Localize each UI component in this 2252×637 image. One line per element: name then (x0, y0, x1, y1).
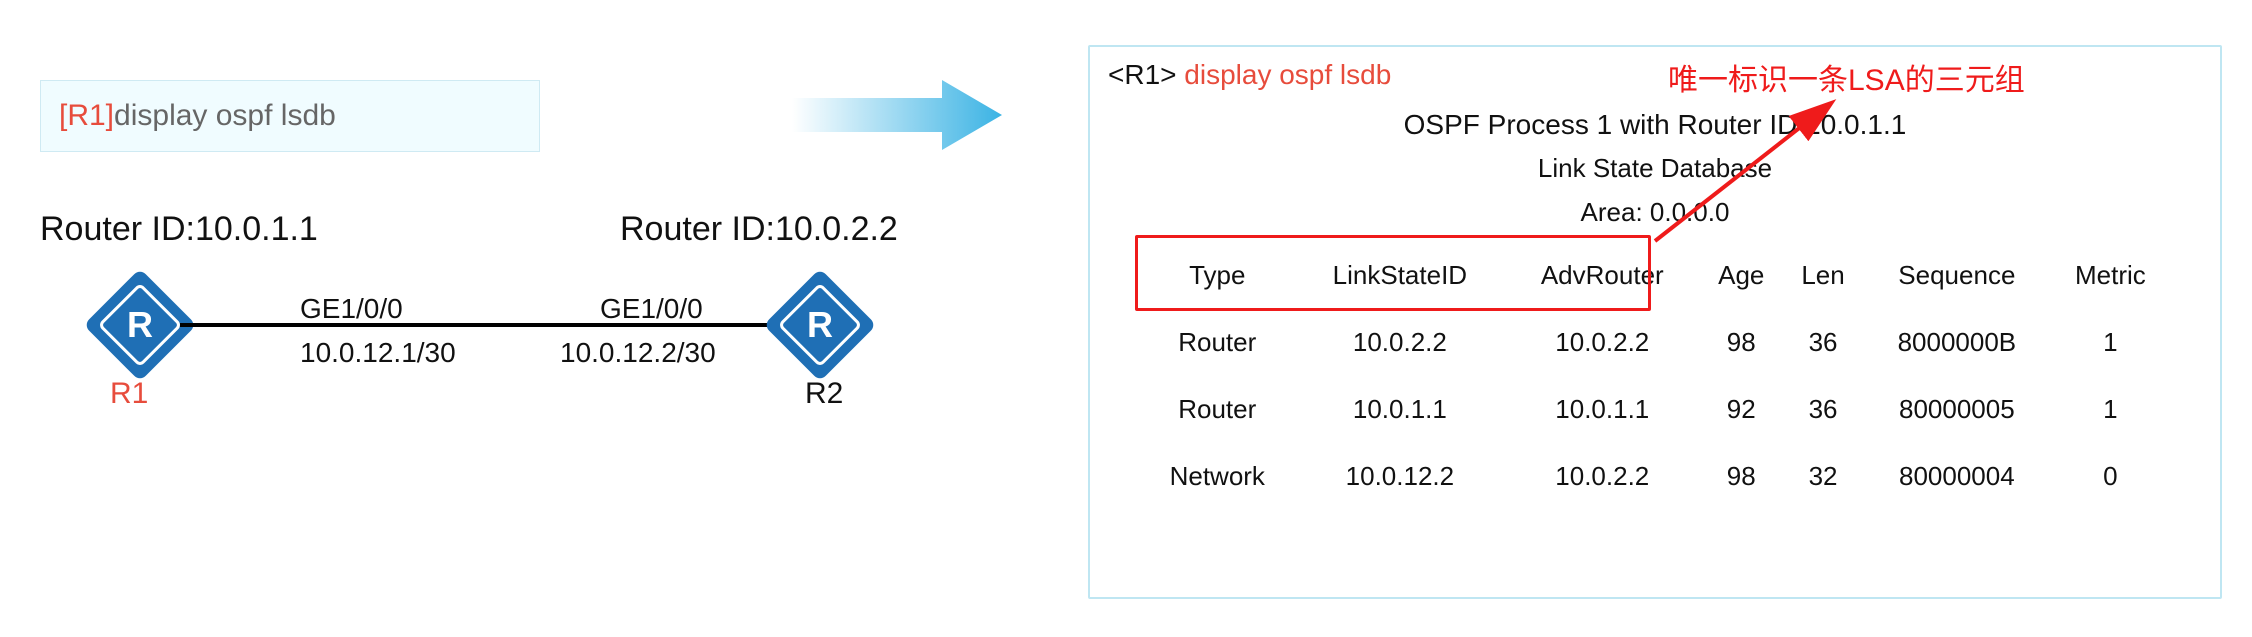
interface-r1: GE1/0/0 (300, 293, 403, 325)
cell-metric: 0 (2051, 443, 2170, 510)
cell-seq: 80000005 (1863, 376, 2051, 443)
output-prompt: <R1> (1108, 59, 1177, 90)
cell-len: 36 (1783, 376, 1863, 443)
output-cmd: display ospf lsdb (1177, 59, 1392, 90)
cell-seq: 80000004 (1863, 443, 2051, 510)
col-type: Type (1140, 242, 1295, 309)
router-id-r2: Router ID:10.0.2.2 (620, 210, 898, 249)
cell-ls: 10.0.12.2 (1295, 443, 1506, 510)
router-label-r1: R1 (110, 377, 148, 411)
col-seq: Sequence (1863, 242, 2051, 309)
cell-adv: 10.0.1.1 (1505, 376, 1699, 443)
command-box: [R1] display ospf lsdb (40, 80, 540, 152)
ip-r2: 10.0.12.2/30 (560, 337, 716, 369)
cell-age: 98 (1699, 443, 1783, 510)
table-row: Router 10.0.2.2 10.0.2.2 98 36 8000000B … (1140, 309, 2170, 376)
col-metric: Metric (2051, 242, 2170, 309)
ospf-process-line: OSPF Process 1 with Router ID 10.0.1.1 (1090, 109, 2220, 141)
col-age: Age (1699, 242, 1783, 309)
router-glyph: R (780, 285, 860, 365)
cell-type: Router (1140, 309, 1295, 376)
command-text: display ospf lsdb (114, 99, 336, 133)
topology-diagram: R R GE1/0/0 GE1/0/0 10.0.12.1/30 10.0.12… (100, 285, 860, 445)
cell-len: 32 (1783, 443, 1863, 510)
cell-age: 98 (1699, 309, 1783, 376)
lsdb-table: Type LinkStateID AdvRouter Age Len Seque… (1140, 242, 2170, 510)
flow-arrow-icon (792, 80, 1002, 150)
ip-r1: 10.0.12.1/30 (300, 337, 456, 369)
output-panel: <R1> display ospf lsdb OSPF Process 1 wi… (1088, 45, 2222, 599)
cell-adv: 10.0.2.2 (1505, 309, 1699, 376)
lsdb-title: Link State Database (1090, 153, 2220, 184)
cell-ls: 10.0.2.2 (1295, 309, 1506, 376)
cell-age: 92 (1699, 376, 1783, 443)
cell-ls: 10.0.1.1 (1295, 376, 1506, 443)
area-line: Area: 0.0.0.0 (1090, 197, 2220, 228)
table-row: Network 10.0.12.2 10.0.2.2 98 32 8000000… (1140, 443, 2170, 510)
router-r1-icon: R (100, 285, 180, 365)
col-adv: AdvRouter (1505, 242, 1699, 309)
router-id-r1: Router ID:10.0.1.1 (40, 210, 318, 249)
cell-metric: 1 (2051, 376, 2170, 443)
interface-r2: GE1/0/0 (600, 293, 703, 325)
table-header-row: Type LinkStateID AdvRouter Age Len Seque… (1140, 242, 2170, 309)
cell-adv: 10.0.2.2 (1505, 443, 1699, 510)
callout-text: 唯一标识一条LSA的三元组 (1668, 55, 2025, 99)
router-glyph: R (100, 285, 180, 365)
output-command: <R1> display ospf lsdb (1108, 59, 1391, 91)
router-label-r2: R2 (805, 377, 843, 411)
cell-metric: 1 (2051, 309, 2170, 376)
table-row: Router 10.0.1.1 10.0.1.1 92 36 80000005 … (1140, 376, 2170, 443)
cell-type: Router (1140, 376, 1295, 443)
col-len: Len (1783, 242, 1863, 309)
cell-type: Network (1140, 443, 1295, 510)
router-r2-icon: R (780, 285, 860, 365)
command-prompt: [R1] (59, 99, 114, 133)
cell-len: 36 (1783, 309, 1863, 376)
cell-seq: 8000000B (1863, 309, 2051, 376)
col-ls: LinkStateID (1295, 242, 1506, 309)
